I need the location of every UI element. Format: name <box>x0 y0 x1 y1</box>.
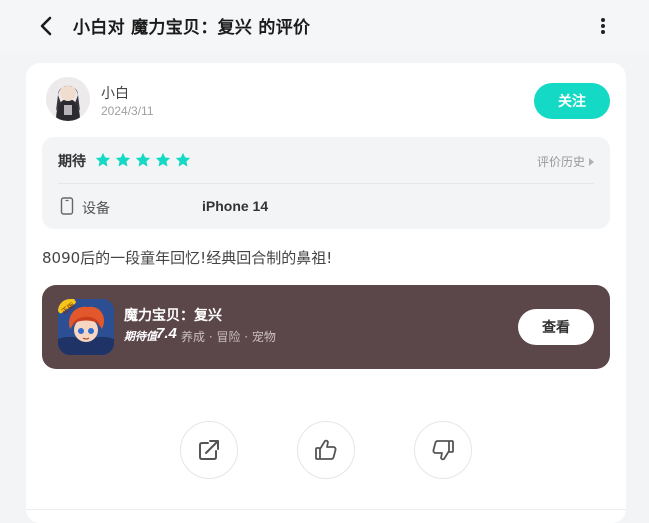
dislike-button[interactable] <box>414 421 472 479</box>
thumbs-down-icon <box>432 440 454 461</box>
phone-icon <box>60 197 74 215</box>
page-title: 小白对 魔力宝贝：复兴 的评价 <box>73 18 311 38</box>
avatar-image <box>46 77 90 121</box>
thumbs-up-icon <box>315 439 337 460</box>
game-icon: 正版 <box>58 299 114 355</box>
star-icon <box>95 152 111 167</box>
device-label: 设备 <box>82 201 110 217</box>
game-score: 7.4 <box>156 325 177 342</box>
avatar[interactable] <box>46 77 90 121</box>
caret-right-icon <box>589 157 594 166</box>
rating-label: 期待 <box>58 154 86 170</box>
game-tags: 养成 · 冒险 · 宠物 <box>181 330 276 344</box>
more-vertical-icon <box>601 18 605 34</box>
author-name[interactable]: 小白 <box>101 83 129 103</box>
share-button[interactable] <box>180 421 238 479</box>
game-name: 魔力宝贝：复兴 <box>124 308 222 324</box>
game-card[interactable]: 正版 魔力宝贝：复兴 期待值 7.4 养成 · 冒险 · 宠物 查看 <box>42 285 610 369</box>
game-score-label: 期待值 <box>124 330 157 343</box>
review-text: 8090后的一段童年回忆!经典回合制的鼻祖! <box>42 249 333 267</box>
rating-history-label: 评价历史 <box>536 155 585 169</box>
more-options-button[interactable] <box>594 14 612 38</box>
rating-box: 期待 评价历史 设备 iPhone 14 <box>42 137 610 229</box>
star-icon <box>115 152 131 167</box>
view-game-button[interactable]: 查看 <box>518 309 594 345</box>
game-artwork: 正版 <box>58 299 114 355</box>
chevron-left-icon <box>40 16 52 36</box>
top-bar: 小白对 魔力宝贝：复兴 的评价 <box>0 0 649 52</box>
divider <box>58 183 594 184</box>
follow-button[interactable]: 关注 <box>534 83 610 119</box>
back-button[interactable] <box>36 14 56 38</box>
device-value: iPhone 14 <box>202 198 269 214</box>
review-card: 小白 2024/3/11 关注 期待 评价历史 设备 iPhone 14 809… <box>26 63 626 523</box>
star-icon <box>135 152 151 167</box>
star-icon <box>175 152 191 167</box>
share-icon <box>199 440 219 460</box>
star-icon <box>155 152 171 167</box>
rating-history-link[interactable]: 评价历史 <box>537 153 594 170</box>
bottom-divider <box>26 509 626 510</box>
review-date: 2024/3/11 <box>101 104 154 118</box>
like-button[interactable] <box>297 421 355 479</box>
star-rating <box>94 151 192 169</box>
